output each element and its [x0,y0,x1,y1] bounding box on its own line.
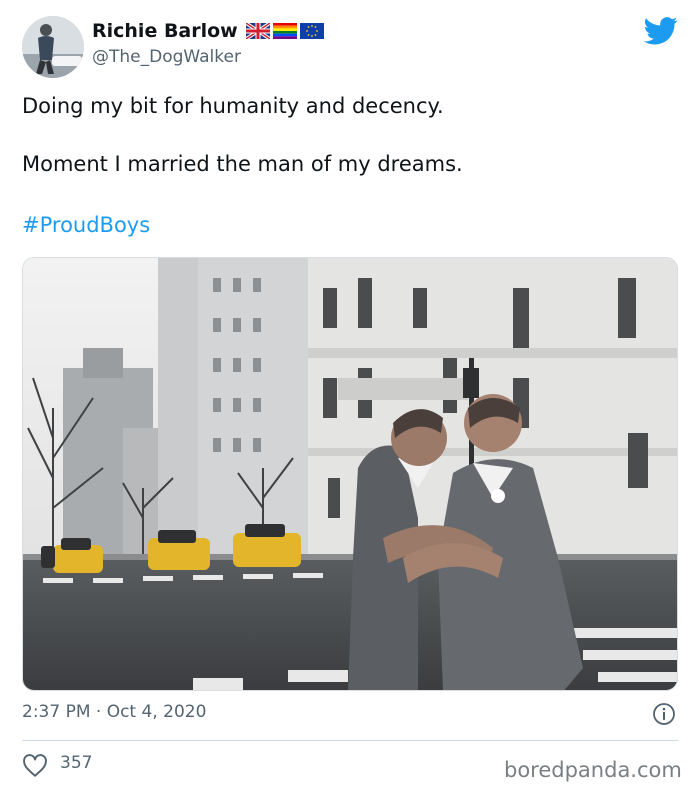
avatar[interactable] [22,16,84,78]
user-name-row: Richie Barlow [92,20,324,42]
boredpanda-watermark: boredpanda.com [504,758,682,782]
wedding-photo [23,258,677,690]
tweet-text-line-2: Moment I married the man of my dreams. [22,152,463,176]
info-icon[interactable] [652,702,676,726]
heart-icon[interactable] [22,754,48,778]
tweet-text-line-1: Doing my bit for humanity and decency. [22,94,444,118]
user-handle[interactable]: @The_DogWalker [92,47,241,67]
uk-flag-icon [245,23,270,39]
rainbow-flag-icon [272,23,297,39]
twitter-bird-icon[interactable] [644,16,678,46]
eu-flag-icon [299,23,324,39]
like-count[interactable]: 357 [60,753,92,773]
flag-emojis [245,23,324,39]
avatar-image [22,16,84,78]
divider [22,740,678,741]
display-name[interactable]: Richie Barlow [92,20,238,42]
tweet-timestamp[interactable]: 2:37 PM · Oct 4, 2020 [22,702,206,722]
hashtag-link[interactable]: #ProudBoys [22,213,150,237]
tweet-photo[interactable] [22,257,678,691]
